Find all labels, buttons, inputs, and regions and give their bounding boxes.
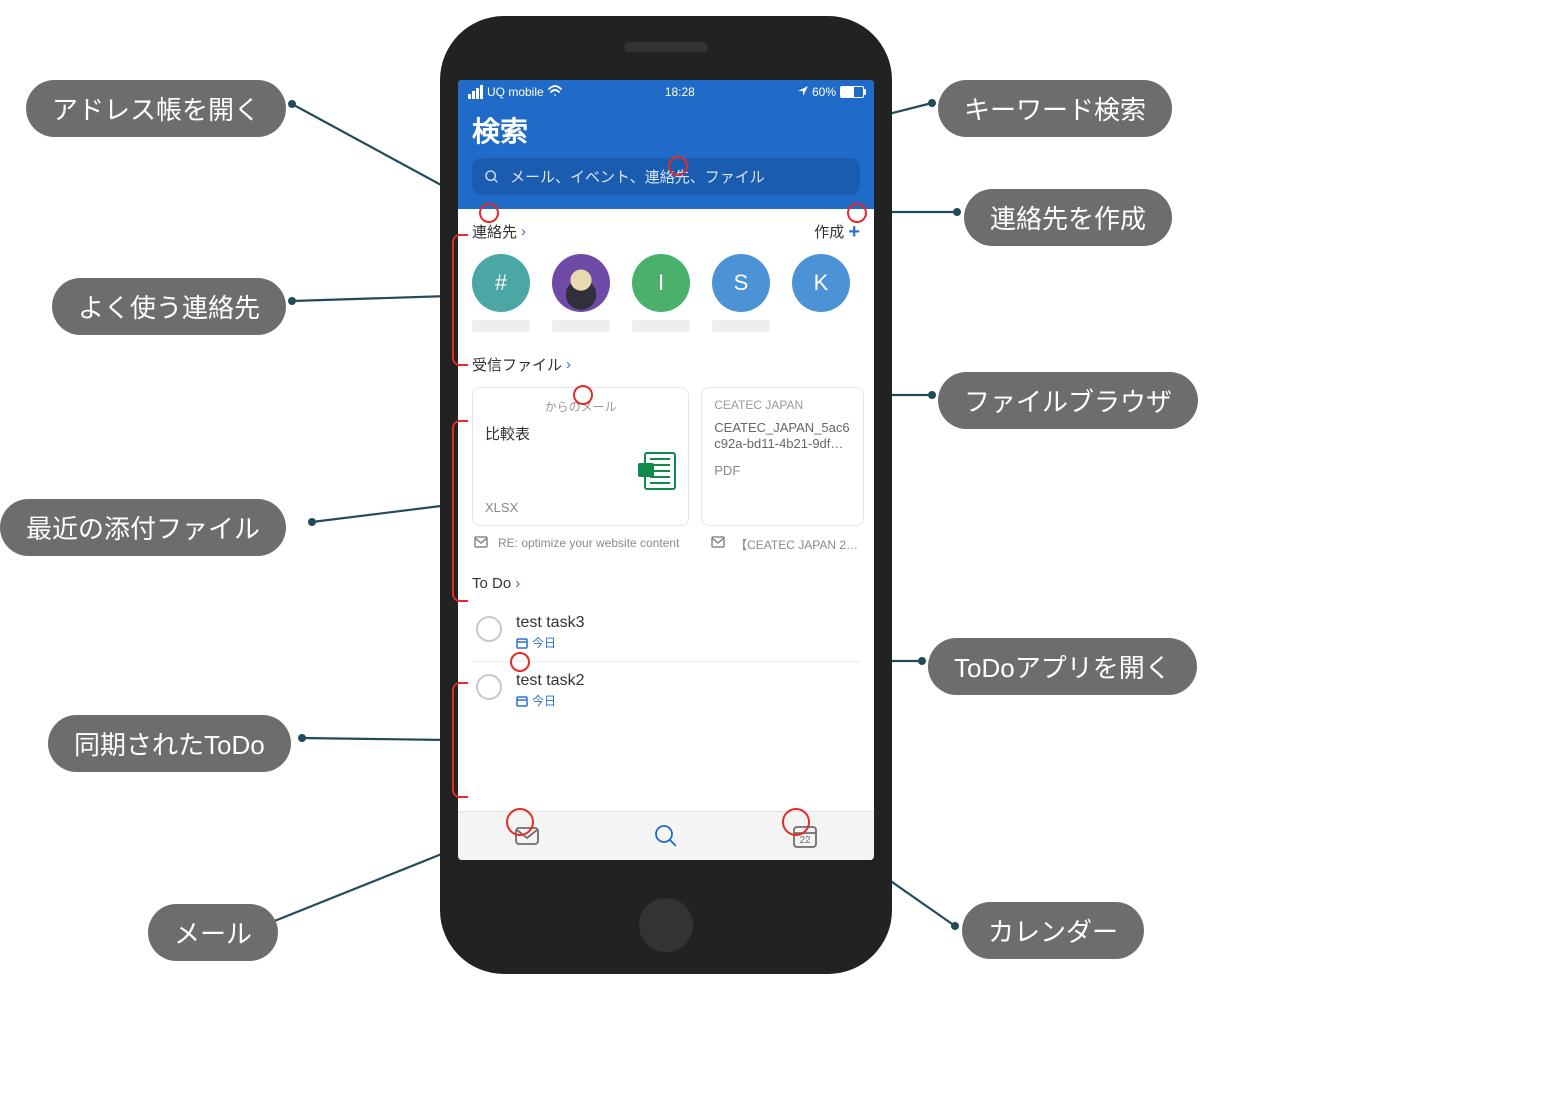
callout-synced-todo: 同期されたToDo [48, 715, 291, 772]
annotation-marker [782, 808, 810, 836]
avatar-name-placeholder [552, 320, 610, 332]
signal-icon [468, 85, 483, 99]
avatar-name-placeholder [472, 320, 530, 332]
battery-pct-label: 60% [812, 85, 836, 99]
battery-icon [840, 86, 864, 98]
callout-recent-attachments: 最近の添付ファイル [0, 499, 286, 556]
annotation-bracket [452, 420, 468, 602]
todo-due: 今日 [516, 634, 584, 651]
chevron-right-icon: › [521, 223, 526, 240]
plus-icon: + [848, 222, 860, 242]
avatar-bubble: I [632, 254, 690, 312]
clock-label: 18:28 [665, 85, 695, 99]
callout-mail: メール [148, 904, 278, 961]
files-section-label: 受信ファイル [472, 354, 562, 375]
search-placeholder: メール、イベント、連絡先、ファイル [510, 166, 765, 187]
phone-home-button [639, 898, 693, 952]
wifi-icon [548, 85, 562, 100]
search-icon [652, 822, 680, 850]
file-card-type: XLSX [485, 500, 676, 515]
callout-frequent-contacts: よく使う連絡先 [52, 278, 286, 335]
callout-open-addressbook: アドレス帳を開く [26, 80, 286, 137]
avatar-bubble: # [472, 254, 530, 312]
page-title: 検索 [472, 110, 860, 150]
avatar-name-placeholder [632, 320, 690, 332]
annotation-marker [668, 156, 688, 176]
mail-icon [711, 536, 725, 553]
todo-item[interactable]: test task2 今日 [472, 661, 860, 719]
file-card[interactable]: CEATEC JAPAN CEATEC_JAPAN_5ac6c92a-bd11-… [701, 387, 864, 526]
calendar-small-icon [516, 637, 528, 649]
todo-section-label: To Do [472, 575, 511, 592]
contacts-section-label: 連絡先 [472, 221, 517, 242]
callout-create-contact: 連絡先を作成 [964, 189, 1172, 246]
todo-title: test task2 [516, 672, 584, 690]
annotation-marker [510, 652, 530, 672]
annotation-marker [847, 203, 867, 223]
file-source-mail-subject: 【CEATEC JAPAN 2… [735, 536, 858, 553]
file-card[interactable]: からのメール 比較表 XLSX [472, 387, 689, 526]
file-card-filename: CEATEC_JAPAN_5ac6c92a-bd11-4b21-9df… [714, 420, 851, 453]
file-card-title: 比較表 [485, 423, 676, 444]
avatar-image [552, 254, 610, 312]
phone-screen: UQ mobile 18:28 60% 検索 [458, 80, 874, 860]
chevron-right-icon: › [515, 575, 520, 592]
recent-attachments-row: からのメール 比較表 XLSX CEATEC JAPAN CEATEC_JAPA… [458, 387, 874, 526]
contact-avatar[interactable]: S [712, 254, 770, 332]
callout-file-browser: ファイルブラウザ [938, 372, 1198, 429]
open-contacts-link[interactable]: 連絡先 › [472, 221, 526, 242]
todo-item[interactable]: test task3 今日 [472, 604, 860, 661]
file-source-mail-subject: RE: optimize your website content [498, 536, 679, 553]
todo-title: test task3 [516, 614, 584, 632]
open-todo-link[interactable]: To Do › [472, 575, 520, 592]
svg-text:22: 22 [799, 835, 811, 846]
annotation-marker [506, 808, 534, 836]
avatar-name-placeholder [712, 320, 770, 332]
todo-checkbox[interactable] [476, 616, 502, 642]
avatar-bubble: K [792, 254, 850, 312]
frequent-contacts-row: # I S K [458, 254, 874, 350]
open-files-link[interactable]: 受信ファイル › [472, 354, 571, 375]
chevron-right-icon: › [566, 356, 571, 373]
annotation-marker [479, 203, 499, 223]
todo-checkbox[interactable] [476, 674, 502, 700]
callout-open-todo-app: ToDoアプリを開く [928, 638, 1197, 695]
todo-due: 今日 [516, 692, 584, 709]
callout-calendar: カレンダー [962, 902, 1144, 959]
annotation-bracket [452, 682, 468, 798]
tab-search[interactable] [597, 812, 734, 860]
contact-avatar[interactable] [552, 254, 610, 332]
phone-speaker [624, 42, 708, 52]
contact-avatar[interactable]: # [472, 254, 530, 332]
excel-file-icon [644, 452, 676, 490]
create-contact-label: 作成 [814, 221, 844, 242]
carrier-label: UQ mobile [487, 85, 544, 99]
file-card-sender: CEATEC JAPAN [714, 398, 851, 412]
calendar-small-icon [516, 695, 528, 707]
search-header: 検索 メール、イベント、連絡先、ファイル [458, 104, 874, 209]
create-contact-button[interactable]: 作成 + [814, 221, 860, 242]
callout-keyword-search: キーワード検索 [938, 80, 1172, 137]
contact-avatar[interactable]: K [792, 254, 850, 332]
contact-avatar[interactable]: I [632, 254, 690, 332]
file-card-type: PDF [714, 463, 851, 478]
annotation-bracket [452, 234, 468, 366]
location-icon [798, 85, 808, 99]
search-input[interactable]: メール、イベント、連絡先、ファイル [472, 158, 860, 195]
search-icon [484, 169, 500, 185]
annotation-marker [573, 385, 593, 405]
status-bar: UQ mobile 18:28 60% [458, 80, 874, 104]
avatar-bubble: S [712, 254, 770, 312]
mail-icon [474, 536, 488, 553]
